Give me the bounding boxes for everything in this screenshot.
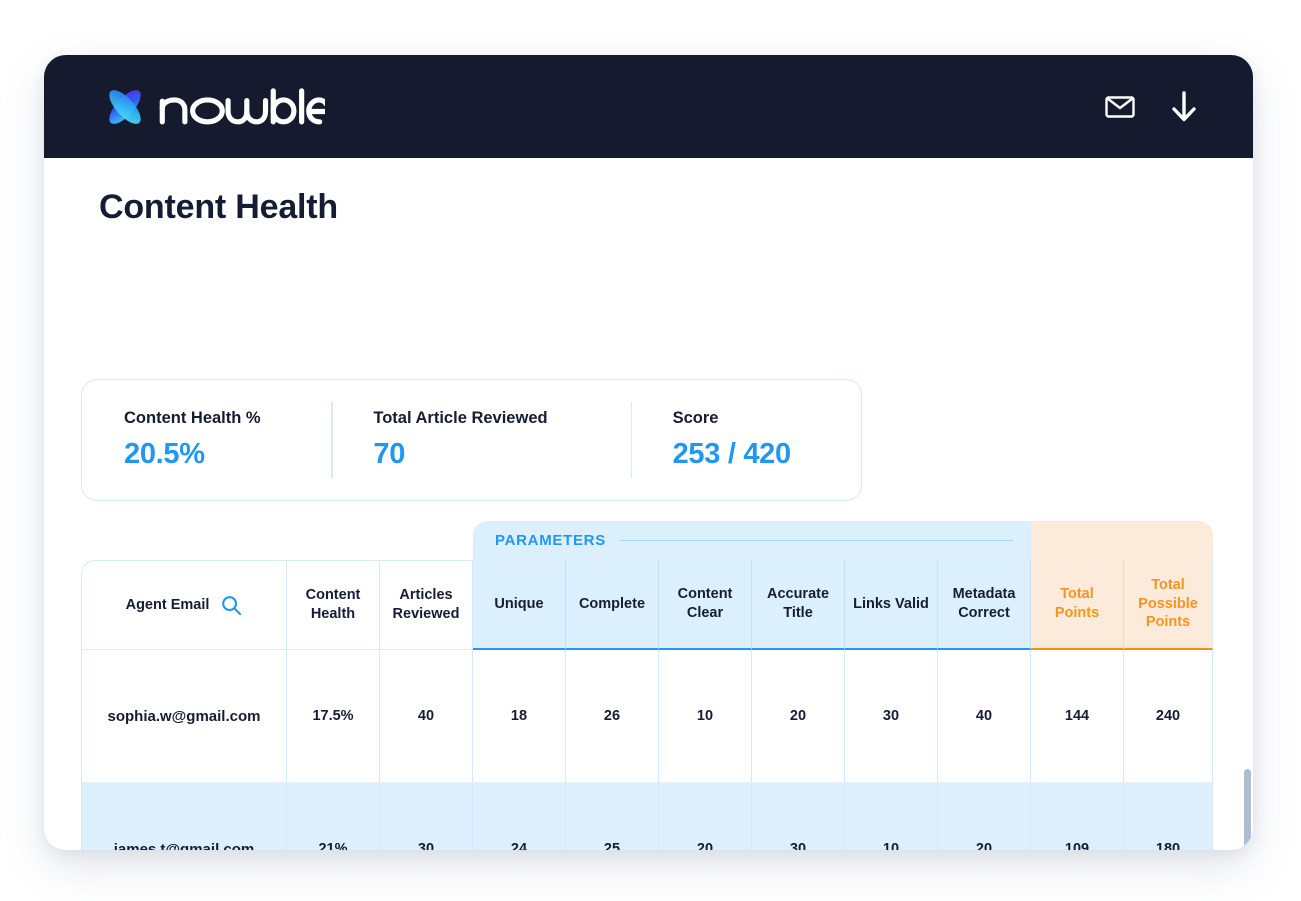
screen-root: Content Health Content Health % 20.5% To…	[0, 0, 1301, 901]
cell-accurate-title: 30	[752, 783, 845, 850]
stat-content-health: Content Health % 20.5%	[82, 380, 331, 500]
group-header-blank	[81, 521, 473, 560]
brand-wordmark	[159, 87, 325, 124]
cell-content-clear: 20	[659, 783, 752, 850]
download-button[interactable]	[1167, 90, 1201, 124]
cell-complete: 26	[566, 650, 659, 783]
brand-logo[interactable]	[99, 81, 325, 133]
cell-content-health: 21%	[287, 783, 380, 850]
cell-agent-email: james.t@gmail.com	[81, 783, 287, 850]
table-row[interactable]: sophia.w@gmail.com 17.5% 40 18 26 10 20 …	[81, 650, 1213, 783]
content-health-table-wrapper: PARAMETERS Agent Email Content Health Ar…	[81, 521, 1251, 850]
top-navbar	[44, 55, 1253, 158]
stat-label: Score	[672, 409, 719, 427]
cell-links-valid: 10	[845, 783, 938, 850]
column-header-agent-email[interactable]: Agent Email	[81, 560, 287, 650]
knowbler-logo-icon	[109, 89, 141, 124]
stat-value: 70	[373, 438, 406, 470]
column-header-unique[interactable]: Unique	[473, 560, 566, 650]
navbar-actions	[1103, 90, 1201, 124]
cell-metadata-correct: 20	[938, 783, 1031, 850]
column-header-content-health[interactable]: Content Health	[287, 560, 380, 650]
table-body: sophia.w@gmail.com 17.5% 40 18 26 10 20 …	[81, 650, 1213, 850]
cell-articles-reviewed: 30	[380, 783, 473, 850]
envelope-icon	[1105, 95, 1135, 118]
cell-total-possible-points: 240	[1124, 650, 1213, 783]
stat-value: 20.5%	[124, 438, 205, 470]
column-header-complete[interactable]: Complete	[566, 560, 659, 650]
cell-unique: 24	[473, 783, 566, 850]
app-window: Content Health Content Health % 20.5% To…	[44, 55, 1253, 850]
page-body: Content Health Content Health % 20.5% To…	[44, 158, 1253, 850]
cell-total-possible-points: 180	[1124, 783, 1213, 850]
cell-agent-email: sophia.w@gmail.com	[81, 650, 287, 783]
group-header-parameters: PARAMETERS	[473, 521, 1031, 560]
mail-button[interactable]	[1103, 90, 1137, 124]
down-arrow-icon	[1172, 90, 1196, 121]
cell-accurate-title: 20	[752, 650, 845, 783]
table-row[interactable]: james.t@gmail.com 21% 30 24 25 20 30 10 …	[81, 783, 1213, 850]
summary-stats-card: Content Health % 20.5% Total Article Rev…	[81, 379, 862, 501]
content-health-table: PARAMETERS Agent Email Content Health Ar…	[81, 521, 1213, 850]
column-header-accurate-title[interactable]: Accurate Title	[752, 560, 845, 650]
cell-articles-reviewed: 40	[380, 650, 473, 783]
parameters-label: PARAMETERS	[495, 532, 606, 549]
column-header-metadata-correct[interactable]: Metadata Correct	[938, 560, 1031, 650]
cell-links-valid: 30	[845, 650, 938, 783]
stat-score: Score 253 / 420	[630, 380, 861, 500]
cell-content-clear: 10	[659, 650, 752, 783]
cell-complete: 25	[566, 783, 659, 850]
cell-metadata-correct: 40	[938, 650, 1031, 783]
column-header-total-possible-points[interactable]: Total Possible Points	[1124, 560, 1213, 650]
search-icon[interactable]	[221, 595, 242, 616]
table-vertical-scrollbar[interactable]	[1244, 769, 1251, 850]
stat-total-article-reviewed: Total Article Reviewed 70	[331, 380, 630, 500]
cell-content-health: 17.5%	[287, 650, 380, 783]
stat-value: 253 / 420	[672, 438, 792, 470]
table-group-header-row: PARAMETERS	[81, 521, 1213, 560]
group-header-points	[1031, 521, 1213, 560]
table-header-row: Agent Email Content Health Articles Revi…	[81, 560, 1213, 650]
parameters-divider	[619, 539, 1013, 542]
cell-unique: 18	[473, 650, 566, 783]
cell-total-points: 144	[1031, 650, 1124, 783]
stat-label: Content Health %	[124, 409, 261, 427]
column-header-total-points[interactable]: Total Points	[1031, 560, 1124, 650]
page-title: Content Health	[99, 188, 338, 226]
column-label: Agent Email	[125, 596, 210, 613]
cell-total-points: 109	[1031, 783, 1124, 850]
column-header-articles-reviewed[interactable]: Articles Reviewed	[380, 560, 473, 650]
column-header-content-clear[interactable]: Content Clear	[659, 560, 752, 650]
column-header-links-valid[interactable]: Links Valid	[845, 560, 938, 650]
stat-label: Total Article Reviewed	[373, 409, 548, 427]
table-head: PARAMETERS Agent Email Content Health Ar…	[81, 521, 1213, 650]
